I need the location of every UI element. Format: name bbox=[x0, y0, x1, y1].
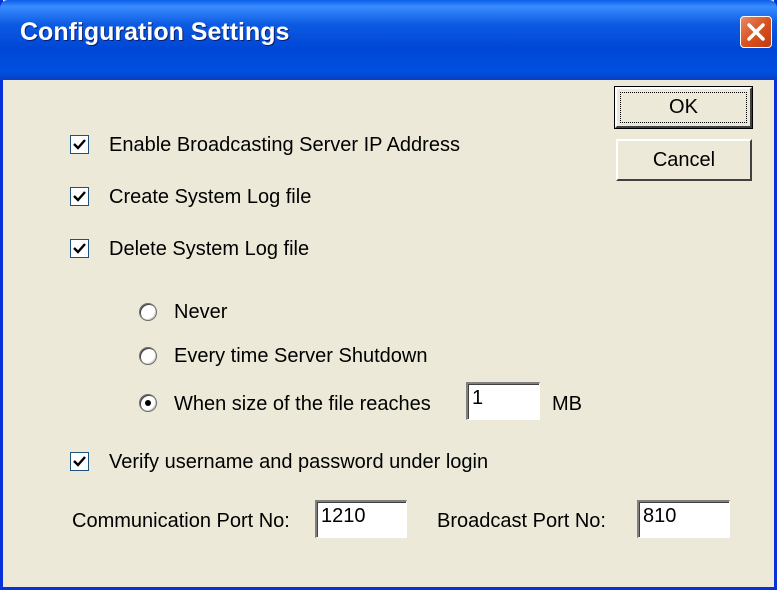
shutdown-radio[interactable] bbox=[139, 347, 157, 365]
create-log-checkbox[interactable] bbox=[70, 187, 89, 206]
delete-log-checkbox[interactable] bbox=[70, 239, 89, 258]
checkmark-icon bbox=[73, 456, 86, 467]
shutdown-label[interactable]: Every time Server Shutdown bbox=[174, 345, 427, 367]
configuration-dialog: Configuration Settings OK Cancel Enable … bbox=[0, 0, 777, 590]
communication-port-input[interactable]: 1210 bbox=[315, 500, 407, 538]
broadcast-checkbox[interactable] bbox=[70, 135, 89, 154]
close-button[interactable] bbox=[740, 16, 772, 48]
cancel-label: Cancel bbox=[652, 148, 716, 171]
size-radio[interactable] bbox=[139, 394, 157, 412]
checkmark-icon bbox=[73, 191, 86, 202]
size-label[interactable]: When size of the file reaches bbox=[174, 393, 431, 415]
broadcast-port-label: Broadcast Port No: bbox=[437, 510, 606, 532]
broadcast-port-input[interactable]: 810 bbox=[637, 500, 730, 538]
delete-log-label[interactable]: Delete System Log file bbox=[109, 238, 309, 260]
create-log-label[interactable]: Create System Log file bbox=[109, 186, 311, 208]
never-radio[interactable] bbox=[139, 303, 157, 321]
cancel-button[interactable]: Cancel bbox=[616, 139, 752, 181]
file-size-input[interactable]: 1 bbox=[466, 382, 540, 420]
broadcast-label[interactable]: Enable Broadcasting Server IP Address bbox=[109, 134, 460, 156]
close-icon bbox=[747, 23, 765, 41]
communication-port-label: Communication Port No: bbox=[72, 510, 290, 532]
radio-selected-dot bbox=[145, 400, 151, 406]
checkmark-icon bbox=[73, 139, 86, 150]
ok-button[interactable]: OK bbox=[614, 86, 753, 129]
window-title: Configuration Settings bbox=[20, 18, 290, 46]
title-bar[interactable]: Configuration Settings bbox=[0, 0, 777, 80]
never-label[interactable]: Never bbox=[174, 301, 227, 323]
mb-unit-label: MB bbox=[552, 393, 582, 415]
checkmark-icon bbox=[73, 243, 86, 254]
verify-login-checkbox[interactable] bbox=[70, 452, 89, 471]
verify-login-label[interactable]: Verify username and password under login bbox=[109, 451, 488, 473]
focus-rect bbox=[620, 92, 747, 123]
